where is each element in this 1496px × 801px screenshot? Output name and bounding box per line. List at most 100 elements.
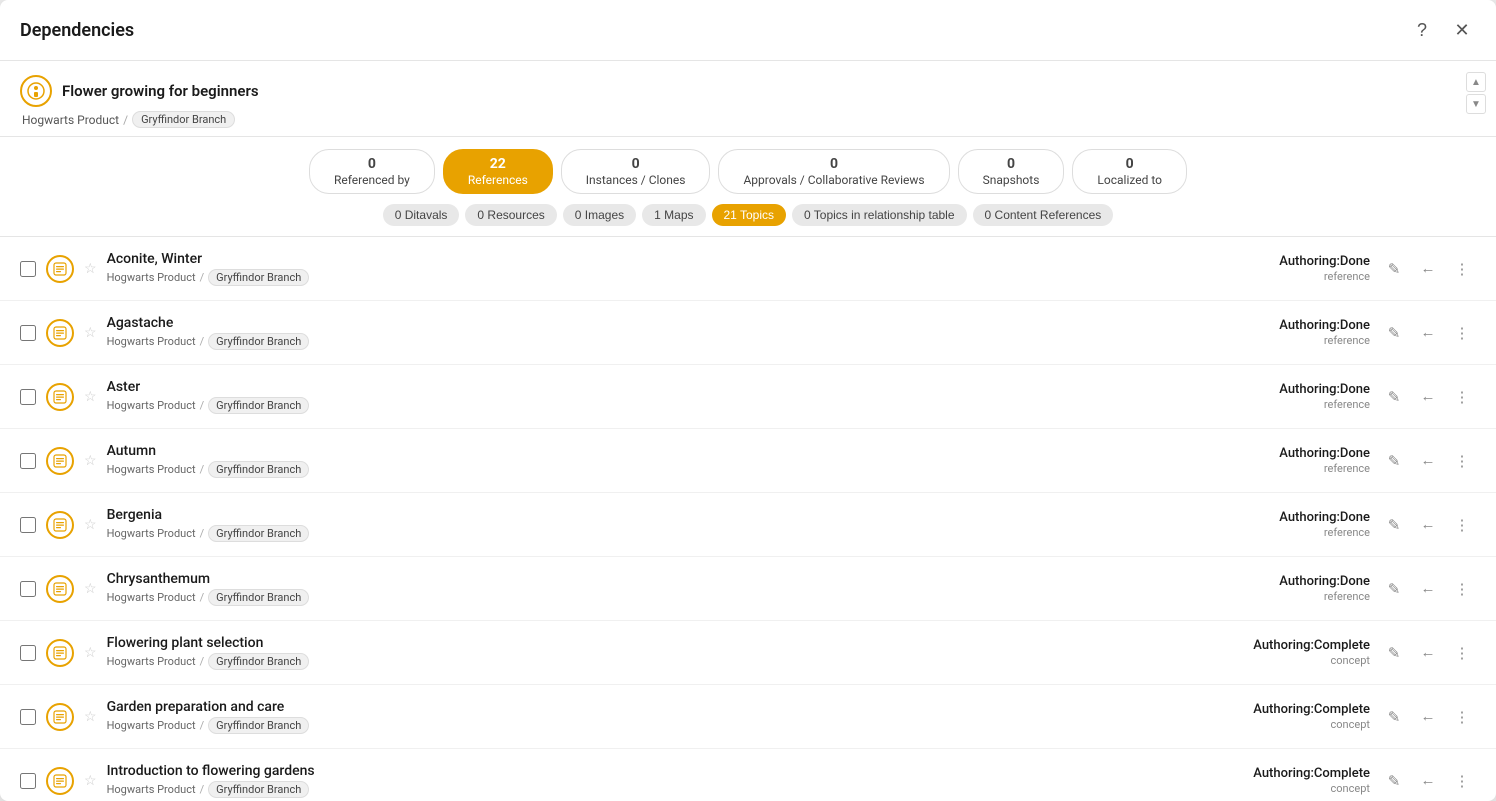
item-sep-3: / bbox=[200, 463, 205, 476]
item-info-3: Autumn Hogwarts Product / Gryffindor Bra… bbox=[107, 443, 1230, 478]
modal-header-actions: ? ✕ bbox=[1408, 16, 1476, 44]
tab-label-snapshots: Snapshots bbox=[983, 173, 1040, 187]
item-branch-4: Gryffindor Branch bbox=[208, 525, 309, 542]
item-checkbox-8[interactable] bbox=[20, 773, 36, 789]
item-status-name-4: Authoring:Done bbox=[1240, 510, 1370, 525]
sub-tabs: 0 Ditavals0 Resources 0 Images 1 Maps 21 To… bbox=[363, 204, 1134, 236]
item-product-8: Hogwarts Product bbox=[107, 783, 196, 796]
item-status-type-5: reference bbox=[1240, 590, 1370, 603]
item-info-7: Garden preparation and care Hogwarts Pro… bbox=[107, 699, 1230, 734]
item-checkbox-5[interactable] bbox=[20, 581, 36, 597]
item-checkbox-7[interactable] bbox=[20, 709, 36, 725]
item-product-1: Hogwarts Product bbox=[107, 335, 196, 348]
item-info-4: Bergenia Hogwarts Product / Gryffindor B… bbox=[107, 507, 1230, 542]
item-star-1[interactable]: ☆ bbox=[84, 325, 97, 341]
item-back-button-7[interactable]: ← bbox=[1414, 703, 1442, 731]
item-actions-8: ✎ ← ⋮ bbox=[1380, 767, 1476, 795]
item-star-6[interactable]: ☆ bbox=[84, 645, 97, 661]
item-status-1: Authoring:Done reference bbox=[1240, 318, 1370, 347]
main-tab-instances_clones[interactable]: 0 Instances / Clones bbox=[561, 149, 711, 194]
item-more-button-5[interactable]: ⋮ bbox=[1448, 575, 1476, 603]
list-item: ☆ Aconite, Winter Hogwarts Product / Gry… bbox=[0, 237, 1496, 301]
sub-tab-resources[interactable]: 0 Resources bbox=[465, 204, 556, 226]
item-star-4[interactable]: ☆ bbox=[84, 517, 97, 533]
item-back-button-8[interactable]: ← bbox=[1414, 767, 1442, 795]
item-back-button-3[interactable]: ← bbox=[1414, 447, 1442, 475]
item-checkbox-2[interactable] bbox=[20, 389, 36, 405]
breadcrumb-product: Hogwarts Product bbox=[22, 113, 119, 127]
item-icon-8 bbox=[46, 767, 74, 795]
item-more-button-6[interactable]: ⋮ bbox=[1448, 639, 1476, 667]
item-edit-button-1[interactable]: ✎ bbox=[1380, 319, 1408, 347]
item-back-button-1[interactable]: ← bbox=[1414, 319, 1442, 347]
item-more-button-8[interactable]: ⋮ bbox=[1448, 767, 1476, 795]
modal-header: Dependencies ? ✕ bbox=[0, 0, 1496, 61]
item-star-5[interactable]: ☆ bbox=[84, 581, 97, 597]
sub-tab-images[interactable]: 0 Images bbox=[563, 204, 636, 226]
main-tab-references[interactable]: 22 References bbox=[443, 149, 553, 194]
item-checkbox-3[interactable] bbox=[20, 453, 36, 469]
item-edit-button-5[interactable]: ✎ bbox=[1380, 575, 1408, 603]
scroll-up-button[interactable]: ▲ bbox=[1466, 72, 1486, 92]
item-status-name-3: Authoring:Done bbox=[1240, 446, 1370, 461]
item-edit-button-4[interactable]: ✎ bbox=[1380, 511, 1408, 539]
item-status-5: Authoring:Done reference bbox=[1240, 574, 1370, 603]
modal-title: Dependencies bbox=[20, 20, 134, 41]
main-tab-approvals[interactable]: 0 Approvals / Collaborative Reviews bbox=[718, 149, 949, 194]
item-star-8[interactable]: ☆ bbox=[84, 773, 97, 789]
item-edit-button-2[interactable]: ✎ bbox=[1380, 383, 1408, 411]
help-button[interactable]: ? bbox=[1408, 16, 1436, 44]
item-back-button-2[interactable]: ← bbox=[1414, 383, 1442, 411]
sub-tab-ditavals[interactable]: 0 Ditavals bbox=[383, 204, 460, 226]
close-button[interactable]: ✕ bbox=[1448, 16, 1476, 44]
main-tab-referenced_by[interactable]: 0 Referenced by bbox=[309, 149, 435, 194]
item-breadcrumb-6: Hogwarts Product / Gryffindor Branch bbox=[107, 653, 1230, 670]
item-branch-5: Gryffindor Branch bbox=[208, 589, 309, 606]
item-edit-button-3[interactable]: ✎ bbox=[1380, 447, 1408, 475]
item-edit-button-7[interactable]: ✎ bbox=[1380, 703, 1408, 731]
item-checkbox-0[interactable] bbox=[20, 261, 36, 277]
item-status-2: Authoring:Done reference bbox=[1240, 382, 1370, 411]
item-star-0[interactable]: ☆ bbox=[84, 261, 97, 277]
item-checkbox-4[interactable] bbox=[20, 517, 36, 533]
sub-tab-topics[interactable]: 21 Topics bbox=[712, 204, 786, 226]
item-status-6: Authoring:Complete concept bbox=[1240, 638, 1370, 667]
item-star-3[interactable]: ☆ bbox=[84, 453, 97, 469]
item-star-7[interactable]: ☆ bbox=[84, 709, 97, 725]
item-checkbox-6[interactable] bbox=[20, 645, 36, 661]
item-checkbox-1[interactable] bbox=[20, 325, 36, 341]
item-edit-button-6[interactable]: ✎ bbox=[1380, 639, 1408, 667]
item-more-button-1[interactable]: ⋮ bbox=[1448, 319, 1476, 347]
item-status-name-6: Authoring:Complete bbox=[1240, 638, 1370, 653]
item-status-8: Authoring:Complete concept bbox=[1240, 766, 1370, 795]
item-back-button-4[interactable]: ← bbox=[1414, 511, 1442, 539]
item-more-button-2[interactable]: ⋮ bbox=[1448, 383, 1476, 411]
item-branch-2: Gryffindor Branch bbox=[208, 397, 309, 414]
item-more-button-3[interactable]: ⋮ bbox=[1448, 447, 1476, 475]
item-status-type-7: concept bbox=[1240, 718, 1370, 731]
main-tab-localized_to[interactable]: 0 Localized to bbox=[1072, 149, 1187, 194]
sub-tab-maps[interactable]: 1 Maps bbox=[642, 204, 705, 226]
item-back-button-0[interactable]: ← bbox=[1414, 255, 1442, 283]
scroll-down-button[interactable]: ▼ bbox=[1466, 94, 1486, 114]
main-tab-snapshots[interactable]: 0 Snapshots bbox=[958, 149, 1065, 194]
tab-count-localized_to: 0 bbox=[1126, 156, 1134, 172]
item-more-button-0[interactable]: ⋮ bbox=[1448, 255, 1476, 283]
scroll-arrows: ▲ ▼ bbox=[1466, 72, 1486, 114]
item-breadcrumb-3: Hogwarts Product / Gryffindor Branch bbox=[107, 461, 1230, 478]
item-product-2: Hogwarts Product bbox=[107, 399, 196, 412]
item-back-button-5[interactable]: ← bbox=[1414, 575, 1442, 603]
item-more-button-4[interactable]: ⋮ bbox=[1448, 511, 1476, 539]
list-item: ☆ Garden preparation and care Hogwarts P… bbox=[0, 685, 1496, 749]
item-star-2[interactable]: ☆ bbox=[84, 389, 97, 405]
item-more-button-7[interactable]: ⋮ bbox=[1448, 703, 1476, 731]
sub-tab-content_references[interactable]: 0 Content References bbox=[973, 204, 1114, 226]
item-back-button-6[interactable]: ← bbox=[1414, 639, 1442, 667]
sub-tab-relationship_table[interactable]: 0 Topics in relationship table bbox=[792, 204, 967, 226]
item-edit-button-0[interactable]: ✎ bbox=[1380, 255, 1408, 283]
item-actions-4: ✎ ← ⋮ bbox=[1380, 511, 1476, 539]
list-item: ☆ Aster Hogwarts Product / Gryffindor Br… bbox=[0, 365, 1496, 429]
item-edit-button-8[interactable]: ✎ bbox=[1380, 767, 1408, 795]
item-name-8: Introduction to flowering gardens bbox=[107, 763, 1230, 779]
item-status-4: Authoring:Done reference bbox=[1240, 510, 1370, 539]
